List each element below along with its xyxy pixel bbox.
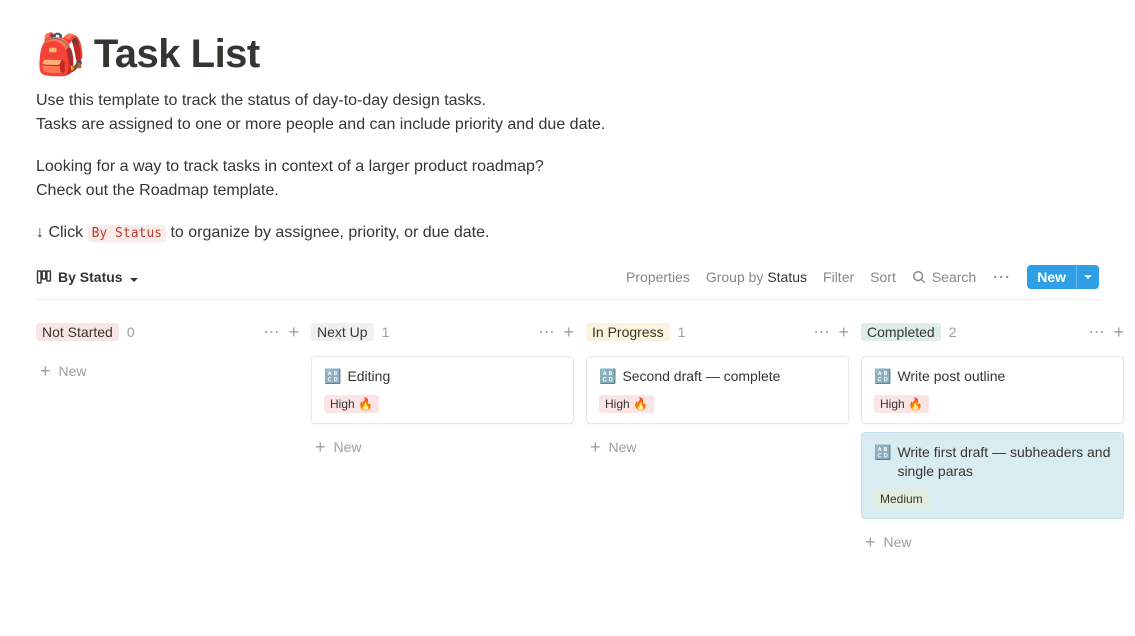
card-icon: 🔠 bbox=[874, 367, 891, 387]
column-more-button[interactable]: ⋯ bbox=[263, 322, 280, 342]
column-add-button[interactable]: + bbox=[563, 323, 574, 341]
board-icon bbox=[36, 269, 52, 285]
priority-tag: Medium bbox=[874, 490, 929, 508]
card-title: Editing bbox=[347, 367, 390, 387]
column-count: 0 bbox=[127, 324, 135, 340]
add-card-label: New bbox=[59, 363, 87, 379]
column-add-button[interactable]: + bbox=[288, 323, 299, 341]
column-header: Next Up 1 ⋯ + bbox=[311, 318, 574, 346]
board-card[interactable]: 🔠 Write first draft — subheaders and sing… bbox=[861, 432, 1124, 519]
column-header: Completed 2 ⋯ + bbox=[861, 318, 1124, 346]
new-dropdown[interactable] bbox=[1076, 265, 1099, 289]
priority-tag: High 🔥 bbox=[324, 395, 379, 413]
card-icon: 🔠 bbox=[874, 443, 891, 463]
card-title: Write first draft — subheaders and singl… bbox=[897, 443, 1111, 482]
board-card[interactable]: 🔠 Editing High 🔥 bbox=[311, 356, 574, 424]
plus-icon: + bbox=[590, 438, 601, 456]
priority-tag: High 🔥 bbox=[874, 395, 929, 413]
description-line: Looking for a way to track tasks in cont… bbox=[36, 155, 1099, 179]
board-column: Not Started 0 ⋯ + + New bbox=[36, 318, 299, 557]
board-card[interactable]: 🔠 Write post outline High 🔥 bbox=[861, 356, 1124, 424]
description-line: Use this template to track the status of… bbox=[36, 89, 1099, 113]
description-line: Tasks are assigned to one or more people… bbox=[36, 113, 1099, 137]
more-menu-button[interactable]: ⋯ bbox=[992, 268, 1011, 286]
new-button[interactable]: New bbox=[1027, 265, 1099, 289]
column-header: Not Started 0 ⋯ + bbox=[36, 318, 299, 346]
column-status-tag[interactable]: Next Up bbox=[311, 323, 374, 341]
column-more-button[interactable]: ⋯ bbox=[813, 322, 830, 342]
add-card-button[interactable]: + New bbox=[311, 432, 574, 462]
plus-icon: + bbox=[865, 533, 876, 551]
card-icon: 🔠 bbox=[324, 367, 341, 387]
priority-tag: High 🔥 bbox=[599, 395, 654, 413]
board-card[interactable]: 🔠 Second draft — complete High 🔥 bbox=[586, 356, 849, 424]
search-button[interactable]: Search bbox=[912, 269, 976, 285]
search-icon bbox=[912, 270, 926, 284]
page-icon[interactable]: 🎒 bbox=[36, 35, 86, 75]
add-card-button[interactable]: + New bbox=[861, 527, 1124, 557]
sort-button[interactable]: Sort bbox=[870, 269, 896, 285]
add-card-label: New bbox=[334, 439, 362, 455]
column-count: 1 bbox=[382, 324, 390, 340]
view-label: By Status bbox=[58, 269, 123, 285]
instruction-text: ↓ Click By Status to organize by assigne… bbox=[36, 221, 1099, 245]
column-count: 2 bbox=[949, 324, 957, 340]
card-title: Write post outline bbox=[897, 367, 1005, 387]
view-selector[interactable]: By Status bbox=[36, 269, 139, 285]
add-card-button[interactable]: + New bbox=[586, 432, 849, 462]
properties-button[interactable]: Properties bbox=[626, 269, 690, 285]
add-card-label: New bbox=[884, 534, 912, 550]
board-column: Next Up 1 ⋯ + 🔠 Editing High 🔥 + New bbox=[311, 318, 574, 557]
board-column: Completed 2 ⋯ + 🔠 Write post outline High 🔥 🔠 Wr… bbox=[861, 318, 1124, 557]
column-status-tag[interactable]: Not Started bbox=[36, 323, 119, 341]
column-add-button[interactable]: + bbox=[838, 323, 849, 341]
filter-button[interactable]: Filter bbox=[823, 269, 854, 285]
plus-icon: + bbox=[315, 438, 326, 456]
inline-code: By Status bbox=[88, 225, 166, 242]
add-card-label: New bbox=[609, 439, 637, 455]
column-more-button[interactable]: ⋯ bbox=[1088, 322, 1105, 342]
column-status-tag[interactable]: Completed bbox=[861, 323, 941, 341]
column-more-button[interactable]: ⋯ bbox=[538, 322, 555, 342]
description-line: Check out the Roadmap template. bbox=[36, 179, 1099, 203]
chevron-down-icon bbox=[129, 272, 139, 282]
card-title: Second draft — complete bbox=[622, 367, 780, 387]
add-card-button[interactable]: + New bbox=[36, 356, 299, 386]
column-add-button[interactable]: + bbox=[1113, 323, 1124, 341]
groupby-button[interactable]: Group by Status bbox=[706, 269, 807, 285]
plus-icon: + bbox=[40, 362, 51, 380]
page-title[interactable]: Task List bbox=[94, 32, 260, 77]
column-header: In Progress 1 ⋯ + bbox=[586, 318, 849, 346]
card-icon: 🔠 bbox=[599, 367, 616, 387]
column-count: 1 bbox=[678, 324, 686, 340]
column-status-tag[interactable]: In Progress bbox=[586, 323, 670, 341]
board-column: In Progress 1 ⋯ + 🔠 Second draft — complete Hi… bbox=[586, 318, 849, 557]
